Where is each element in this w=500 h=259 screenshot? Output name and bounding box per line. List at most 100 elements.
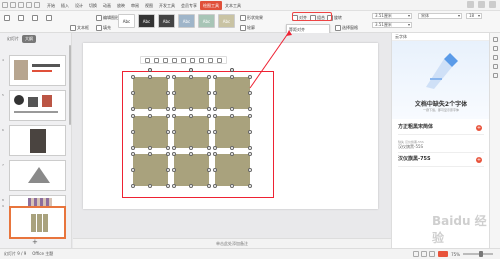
menu-item-drawing-tools[interactable]: 绘图工具 [200,0,222,10]
resize-handle[interactable] [213,168,217,172]
resize-handle[interactable] [248,130,252,134]
download-font-icon[interactable]: + [476,125,482,131]
add-slide-button[interactable]: + [32,238,38,246]
resize-handle[interactable] [189,107,193,111]
resize-handle[interactable] [166,91,170,95]
resize-handle[interactable] [248,75,252,79]
resize-handle[interactable] [148,146,152,150]
resize-handle[interactable] [248,91,252,95]
settings-icon[interactable] [493,73,498,78]
property-icon[interactable] [493,37,498,42]
resize-handle[interactable] [189,152,193,156]
zoom-slider[interactable] [463,251,493,257]
reading-view-icon[interactable] [429,251,436,257]
shape-effect-button[interactable]: 形状效果 [240,14,263,22]
align-top-icon[interactable] [172,57,177,63]
resize-handle[interactable] [213,107,217,111]
shape-tile[interactable] [174,77,209,109]
resize-handle[interactable] [166,146,170,150]
resize-handle[interactable] [207,152,211,156]
resize-handle[interactable] [172,184,176,188]
resize-handle[interactable] [213,75,217,79]
slide-thumbnail-7[interactable] [9,160,66,191]
menu-item-developer[interactable]: 开发工具 [156,1,178,10]
resize-handle[interactable] [230,75,234,79]
share-icon[interactable] [478,1,485,8]
search-icon[interactable] [467,1,474,8]
resize-handle[interactable] [172,168,176,172]
resize-handle[interactable] [207,91,211,95]
shape-tile[interactable] [133,116,168,148]
play-slideshow-button[interactable] [438,251,449,257]
resize-handle[interactable] [213,130,217,134]
distribute-horizontal-icon[interactable] [199,57,204,63]
resize-handle[interactable] [230,184,234,188]
resize-handle[interactable] [172,152,176,156]
notes-bar[interactable]: 单击此处添加备注 [73,238,391,248]
menu-item-design[interactable]: 设计 [72,1,86,10]
resize-handle[interactable] [148,114,152,118]
resize-handle[interactable] [248,146,252,150]
font-icon[interactable] [493,55,498,60]
align-distribute-item[interactable]: 等距对齐 [289,27,305,33]
menu-item-review[interactable]: 审阅 [128,1,142,10]
rotate-handle[interactable] [148,68,152,72]
slide-sorter-icon[interactable] [421,251,428,257]
rotate-handle[interactable] [189,68,193,72]
save-icon[interactable] [10,2,16,8]
fill-button[interactable]: 填充 [96,24,111,32]
resize-handle[interactable] [248,152,252,156]
zoom-slider-thumb[interactable] [479,251,483,257]
shape-tile[interactable] [133,154,168,186]
resize-handle[interactable] [148,75,152,79]
resize-handle[interactable] [148,184,152,188]
align-center-icon[interactable] [154,57,159,63]
align-bottom-icon[interactable] [190,57,195,63]
menu-item-slideshow[interactable]: 放映 [114,1,128,10]
more-icon[interactable] [489,1,496,8]
resize-handle[interactable] [166,184,170,188]
rotate-handle[interactable] [230,68,234,72]
shape-style-2[interactable]: Abc [138,14,155,28]
undo-icon[interactable] [26,2,32,8]
shape-tile[interactable] [215,116,250,148]
tab-slides[interactable]: 幻灯片 [4,35,22,43]
edit-shape-button[interactable]: 编辑图形 [96,14,119,22]
resize-handle[interactable] [131,146,135,150]
animation-icon[interactable] [493,46,498,51]
resize-handle[interactable] [213,146,217,150]
more-icon[interactable] [217,57,222,63]
slide-thumbnail-6[interactable] [9,125,66,156]
resize-handle[interactable] [248,184,252,188]
menu-item-member[interactable]: 会员专享 [178,1,200,10]
align-right-icon[interactable] [163,57,168,63]
width-field[interactable]: 3.51厘米 ▾ [372,22,412,28]
selection-pane-button[interactable]: 选择窗格 [335,24,358,32]
resize-handle[interactable] [213,184,217,188]
download-font-icon[interactable]: + [476,157,482,163]
resize-handle[interactable] [131,107,135,111]
resize-handle[interactable] [213,91,217,95]
resize-handle[interactable] [172,146,176,150]
resize-handle[interactable] [131,75,135,79]
resize-handle[interactable] [207,107,211,111]
resize-handle[interactable] [207,168,211,172]
font-item[interactable]: 缺失 汉仪旗黑-55S 汉仪旗黑-55S [398,139,484,153]
shape-tile[interactable] [174,116,209,148]
shape-style-button[interactable] [46,14,53,22]
share-icon[interactable] [493,64,498,69]
textbox-button[interactable]: 文本框 [70,24,89,32]
menu-item-text-tools[interactable]: 文本工具 [222,1,244,10]
align-left-icon[interactable] [145,57,150,63]
resize-handle[interactable] [172,107,176,111]
align-middle-icon[interactable] [181,57,186,63]
shape-tile[interactable] [215,154,250,186]
resize-handle[interactable] [189,184,193,188]
slide-thumbnail-5[interactable] [9,90,66,121]
resize-handle[interactable] [207,75,211,79]
resize-handle[interactable] [230,107,234,111]
resize-handle[interactable] [230,146,234,150]
resize-handle[interactable] [172,114,176,118]
resize-handle[interactable] [213,152,217,156]
resize-handle[interactable] [131,152,135,156]
